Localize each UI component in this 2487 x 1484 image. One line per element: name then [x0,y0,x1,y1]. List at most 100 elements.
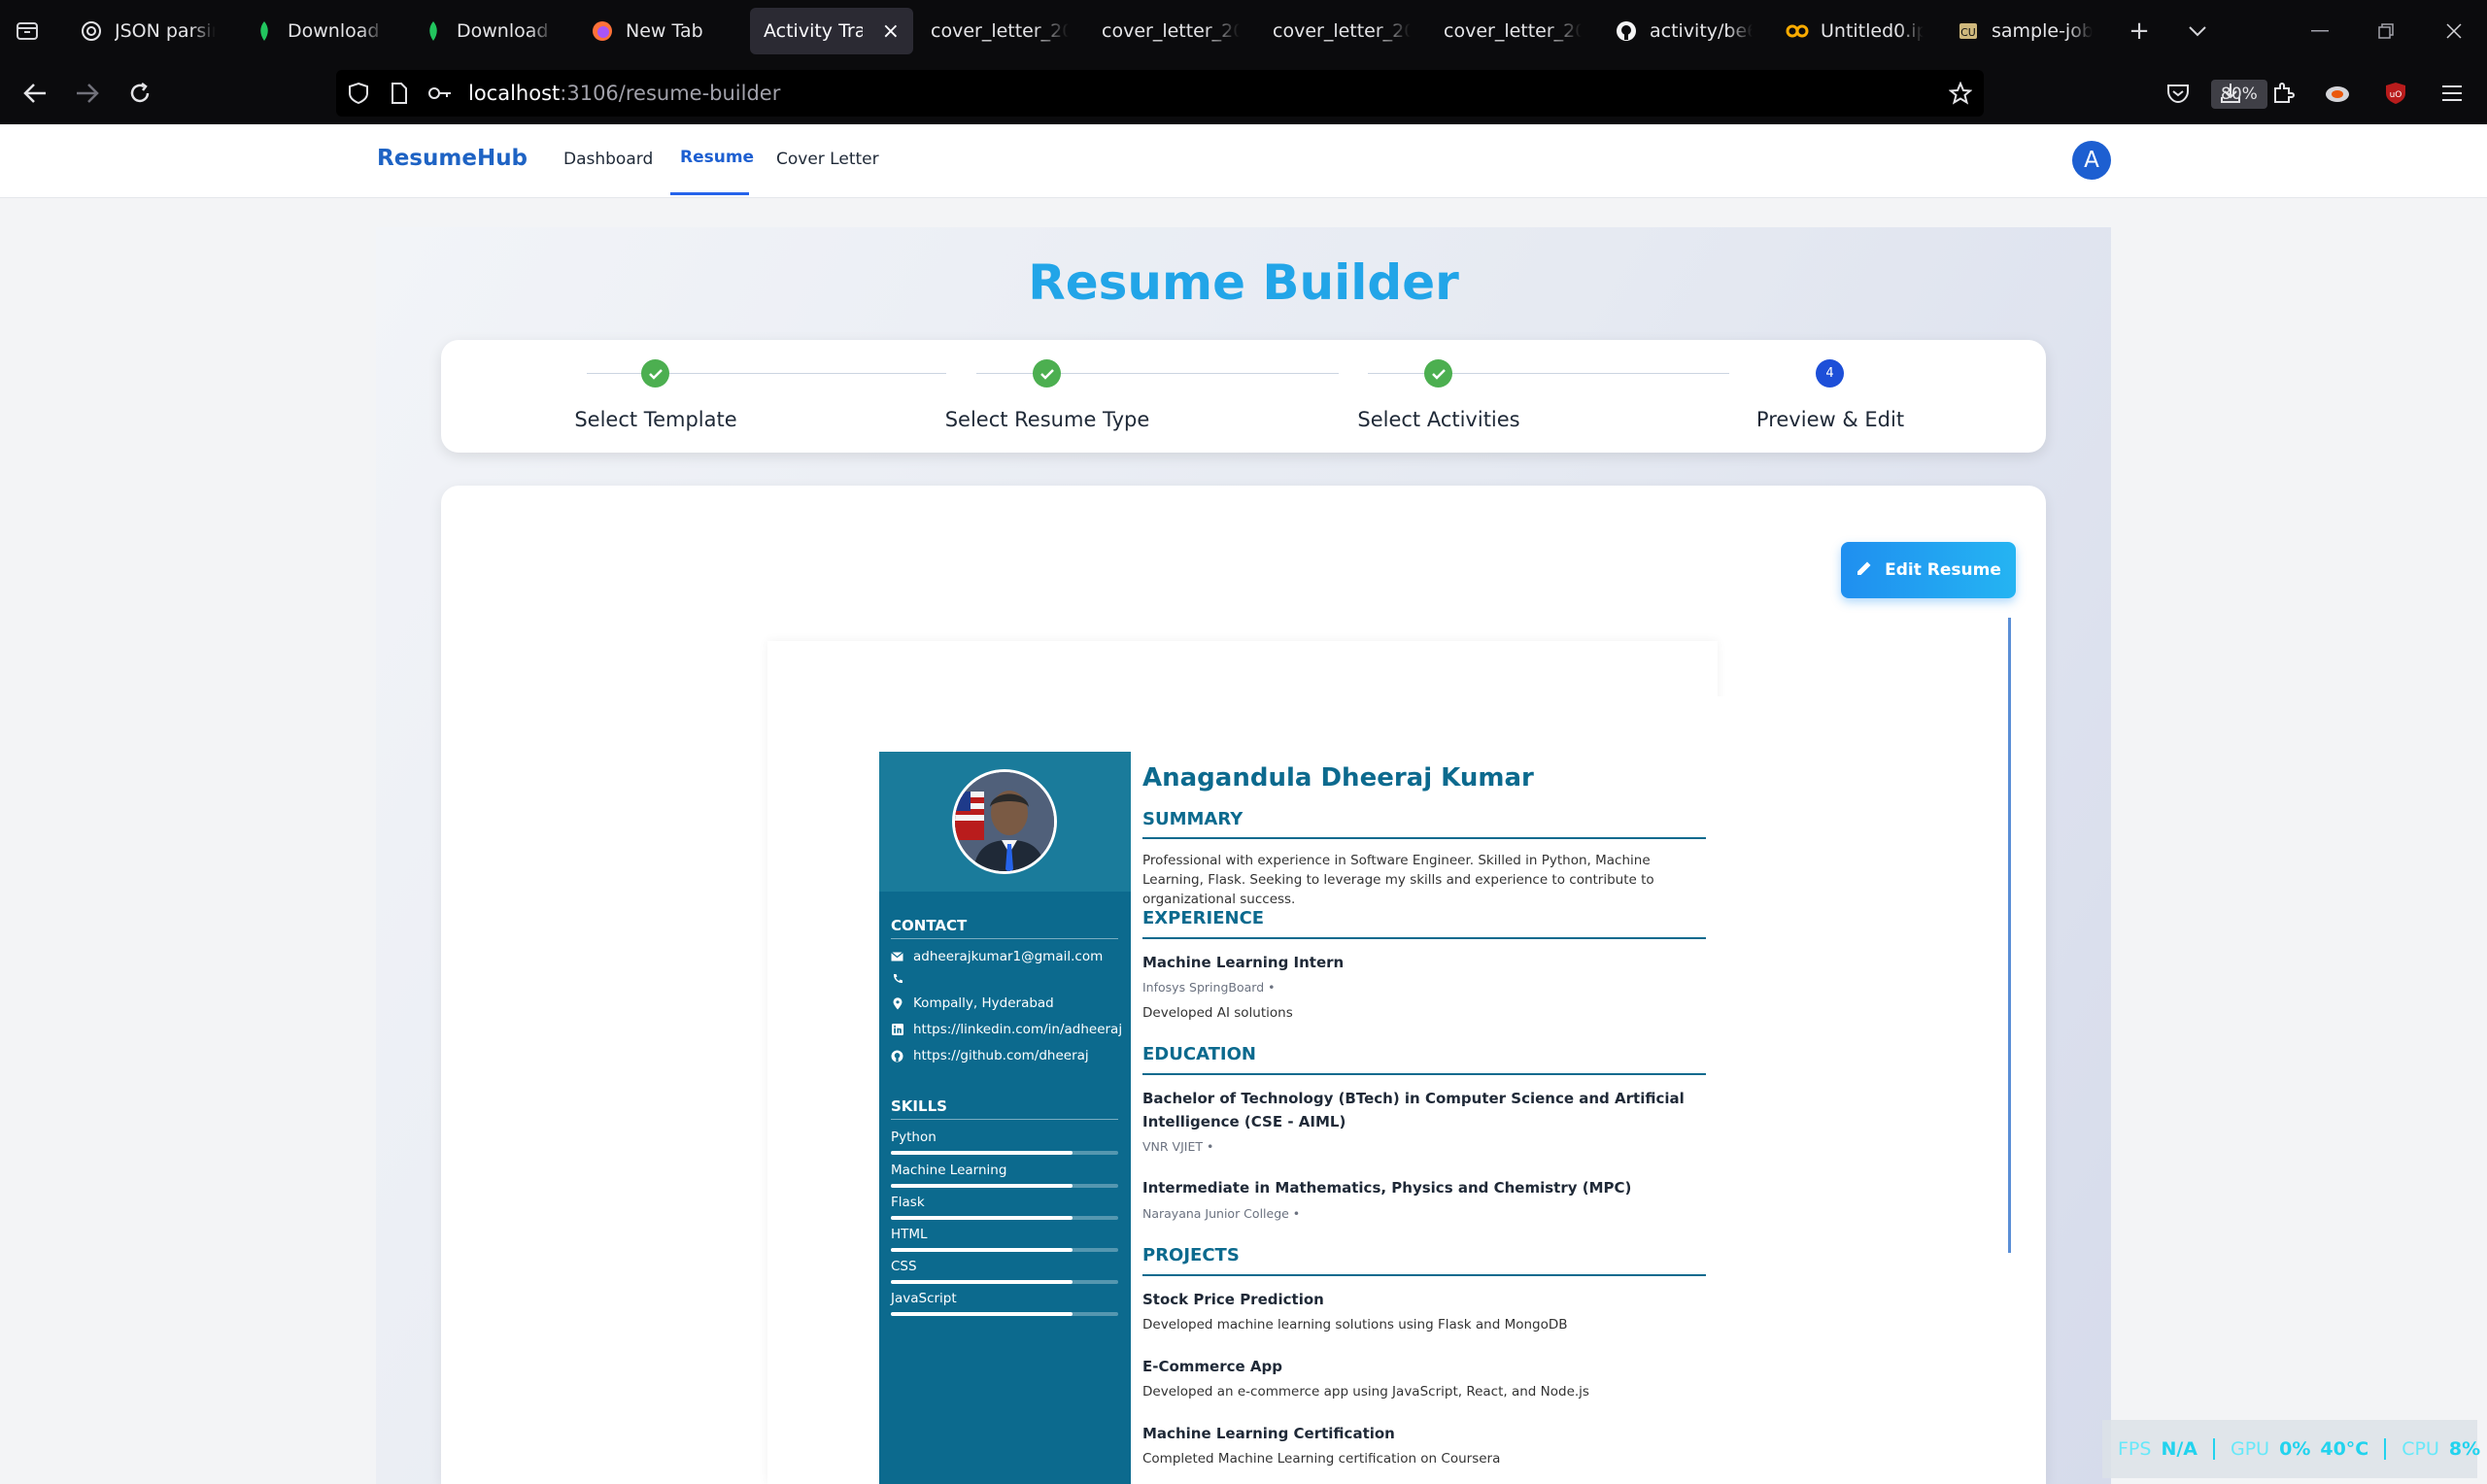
preview-scrollbar[interactable] [2008,618,2011,1253]
close-tab-icon[interactable]: × [882,19,900,44]
colab-icon [1786,19,1809,43]
experience-heading: EXPERIENCE [1142,908,1265,928]
skills-heading: SKILLS [891,1097,947,1115]
performance-overlay: FPS N/A GPU 0% 40°C CPU 8% [2102,1420,2480,1478]
nav-resume[interactable]: Resume [680,148,754,167]
step-connector [976,373,1339,374]
tab-github-activity[interactable]: activity/be6-a [1601,8,1766,54]
tab-new-tab[interactable]: New Tab [577,8,740,54]
ublock-origin-icon[interactable]: uO [2380,78,2411,109]
skill-bar [891,1312,1118,1316]
extension-fox-icon[interactable] [2322,78,2353,109]
step-1-check-icon [641,359,669,388]
skill-bar-fill [891,1312,1073,1316]
new-tab-button[interactable]: + [2124,16,2155,47]
nav-dashboard[interactable]: Dashboard [563,150,653,169]
skill-name: Flask [891,1195,925,1210]
project-desc: Completed Machine Learning certification… [1142,1451,1501,1467]
firefox-icon [591,19,614,43]
cpu-readout: CPU 8% [2402,1438,2481,1460]
forward-arrow-icon[interactable] [70,76,105,111]
step-3-check-icon [1424,359,1452,388]
skill-bar-fill [891,1248,1073,1252]
svg-text:uO: uO [2390,90,2402,100]
step-1-label: Select Template [574,408,737,431]
step-2-check-icon [1033,359,1061,388]
contact-divider [891,938,1118,939]
tab-cover-letter-1[interactable]: cover_letter_2025 [917,8,1082,54]
project-title: Stock Price Prediction [1142,1291,1324,1308]
skill-name: JavaScript [891,1291,957,1306]
project-title: E-Commerce App [1142,1358,1282,1375]
edit-resume-button[interactable]: Edit Resume [1841,542,2016,598]
skill-bar [891,1248,1118,1252]
skill-bar-fill [891,1184,1073,1188]
projects-divider [1142,1274,1706,1276]
education-title: Intermediate in Mathematics, Physics and… [1142,1179,1632,1197]
tab-download-mongodb-1[interactable]: Download Mo [239,8,398,54]
contact-location[interactable]: Kompally, Hyderabad [891,995,1054,1011]
tab-activity-tracker[interactable]: Activity Tracker × [750,8,913,54]
page-title: Resume Builder [1028,254,1459,311]
skill-name: CSS [891,1259,917,1274]
project-title: Machine Learning Certification [1142,1425,1395,1442]
app-header: ResumeHub Dashboard Resume Cover Letter … [0,124,2487,198]
contact-phone[interactable] [891,972,913,985]
openai-icon [80,19,103,43]
downloads-icon[interactable] [2215,78,2246,109]
page-info-icon[interactable] [391,82,408,109]
tab-download-mongodb-2[interactable]: Download Mo [408,8,567,54]
reload-icon[interactable] [122,76,157,111]
hamburger-menu-icon[interactable] [2436,78,2468,109]
profile-photo [952,769,1057,874]
restore-window-button[interactable] [2370,16,2402,47]
bookmark-star-icon[interactable] [1948,81,1973,109]
back-arrow-icon[interactable] [17,76,52,111]
svg-text:CU: CU [1960,26,1976,39]
shield-icon[interactable] [348,82,369,109]
experience-divider [1142,937,1706,939]
step-2-label: Select Resume Type [944,408,1150,431]
minimize-window-button[interactable] [2304,16,2335,47]
cu-icon: CU [1957,19,1980,43]
extensions-puzzle-icon[interactable] [2267,78,2299,109]
step-3-label: Select Activities [1357,408,1520,431]
tab-overflow-chevron-icon[interactable] [2182,16,2213,47]
projects-heading: PROJECTS [1142,1245,1240,1265]
pocket-icon[interactable] [2163,78,2194,109]
contact-email[interactable]: adheerajkumar1@gmail.com [891,949,1103,964]
education-org: Narayana Junior College • [1142,1206,1301,1221]
browser-tab-bar: JSON parsing Download Mo Download Mo New… [0,0,2487,62]
pencil-icon [1856,559,1873,582]
browser-nav-bar: localhost:3106/resume-builder 80% uO [0,62,2487,124]
skill-name: Machine Learning [891,1163,1007,1178]
step-4-label: Preview & Edit [1755,408,1905,431]
contact-github[interactable]: https://github.com/dheeraj [891,1048,1089,1063]
envelope-icon [891,951,903,963]
step-4-indicator: 4 [1816,359,1844,388]
user-avatar[interactable]: A [2072,141,2111,180]
tab-cover-letter-2[interactable]: cover_letter_2025 [1088,8,1253,54]
nav-active-underline [670,192,749,195]
contact-linkedin[interactable]: https://linkedin.com/in/adheeraj [891,1022,1122,1037]
skill-bar [891,1280,1118,1284]
nav-cover-letter[interactable]: Cover Letter [776,150,879,169]
contact-heading: CONTACT [891,917,968,934]
skill-name: Python [891,1130,937,1145]
gpu-readout: GPU 0% 40°C [2215,1438,2387,1460]
skill-name: HTML [891,1227,928,1242]
step-connector [1368,373,1729,374]
experience-title: Machine Learning Intern [1142,954,1345,971]
tab-json-parsing[interactable]: JSON parsing [66,8,229,54]
app-logo[interactable]: ResumeHub [377,146,528,171]
tab-sample-job[interactable]: CU sample-job-de [1943,8,2106,54]
close-window-button[interactable] [2438,16,2470,47]
tab-colab[interactable]: Untitled0.ipyn [1772,8,1937,54]
url-bar[interactable]: localhost:3106/resume-builder 80% [336,70,2267,117]
tab-list-icon[interactable] [14,17,41,45]
url-text[interactable]: localhost:3106/resume-builder [468,82,780,105]
key-icon[interactable] [427,84,453,107]
tab-cover-letter-4[interactable]: cover_letter_2025 [1430,8,1595,54]
education-divider [1142,1073,1706,1075]
tab-cover-letter-3[interactable]: cover_letter_2025 [1259,8,1424,54]
